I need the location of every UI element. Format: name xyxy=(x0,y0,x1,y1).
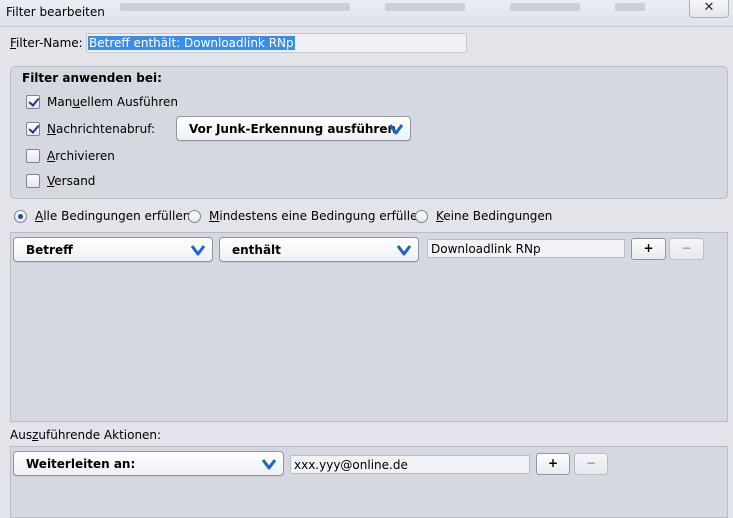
forward-address-input[interactable]: xxx.yyy@online.de xyxy=(290,455,530,474)
close-button[interactable]: ✕ xyxy=(689,0,729,18)
filter-name-value: Betreff enthält: Downloadlink RNp xyxy=(88,36,295,50)
filter-name-label: Filter-Name: xyxy=(10,36,83,50)
apply-filter-legend: Filter anwenden bei: xyxy=(22,71,162,85)
close-icon: ✕ xyxy=(703,0,715,15)
condition-field-value: Betreff xyxy=(26,243,73,257)
background-window-ghost xyxy=(615,3,645,11)
match-all-label: Alle Bedingungen erfüllen xyxy=(35,209,191,223)
action-type-value: Weiterleiten an: xyxy=(26,457,136,471)
send-label: Versand xyxy=(47,174,96,188)
archive-label: Archivieren xyxy=(47,149,115,163)
archive-option[interactable]: Archivieren xyxy=(26,149,115,163)
add-action-button[interactable]: + xyxy=(536,453,570,475)
chevron-down-icon xyxy=(396,245,412,256)
filter-name-input[interactable]: Betreff enthält: Downloadlink RNp xyxy=(86,33,467,53)
manual-run-option[interactable]: Manuellem Ausführen xyxy=(26,95,178,109)
match-all-radio[interactable] xyxy=(14,209,27,223)
fetch-label: Nachrichtenabruf: xyxy=(47,122,156,136)
condition-operator-dropdown[interactable]: enthält xyxy=(219,237,419,262)
action-type-dropdown[interactable]: Weiterleiten an: xyxy=(13,451,284,476)
match-none-option[interactable]: Keine Bedingungen xyxy=(415,209,552,223)
remove-condition-button[interactable]: − xyxy=(669,238,704,260)
match-any-option[interactable]: Mindestens eine Bedingung erfüllen xyxy=(188,209,425,223)
condition-value-input[interactable]: Downloadlink RNp xyxy=(427,239,625,258)
fetch-timing-value: Vor Junk-Erkennung ausführen xyxy=(189,122,397,136)
chevron-down-icon xyxy=(190,245,206,256)
fetch-option[interactable]: Nachrichtenabruf: xyxy=(26,122,155,136)
window-title: Filter bearbeiten xyxy=(6,5,105,19)
manual-run-checkbox[interactable] xyxy=(26,95,40,109)
match-any-label: Mindestens eine Bedingung erfüllen xyxy=(209,209,426,223)
condition-operator-value: enthält xyxy=(232,243,281,257)
match-any-radio[interactable] xyxy=(188,209,201,223)
fetch-checkbox[interactable] xyxy=(26,122,40,136)
condition-field-dropdown[interactable]: Betreff xyxy=(13,237,213,262)
actions-label: Auszuführende Aktionen: xyxy=(10,428,162,442)
remove-action-button[interactable]: − xyxy=(574,453,608,475)
match-none-label: Keine Bedingungen xyxy=(436,209,553,223)
manual-run-label: Manuellem Ausführen xyxy=(47,95,179,109)
background-window-ghost xyxy=(385,3,465,11)
send-checkbox[interactable] xyxy=(26,174,40,188)
background-window-ghost xyxy=(510,3,580,11)
chevron-down-icon xyxy=(388,124,404,135)
apply-filter-group: Filter anwenden bei: Manuellem Ausführen… xyxy=(10,66,728,199)
send-option[interactable]: Versand xyxy=(26,174,95,188)
match-all-option[interactable]: Alle Bedingungen erfüllen xyxy=(14,209,190,223)
chevron-down-icon xyxy=(261,459,277,470)
archive-checkbox[interactable] xyxy=(26,149,40,163)
title-bar: Filter bearbeiten ✕ xyxy=(0,0,733,27)
fetch-timing-dropdown[interactable]: Vor Junk-Erkennung ausführen xyxy=(176,116,411,141)
match-none-radio[interactable] xyxy=(415,209,428,223)
add-condition-button[interactable]: + xyxy=(631,238,666,260)
background-window-ghost xyxy=(120,3,350,11)
